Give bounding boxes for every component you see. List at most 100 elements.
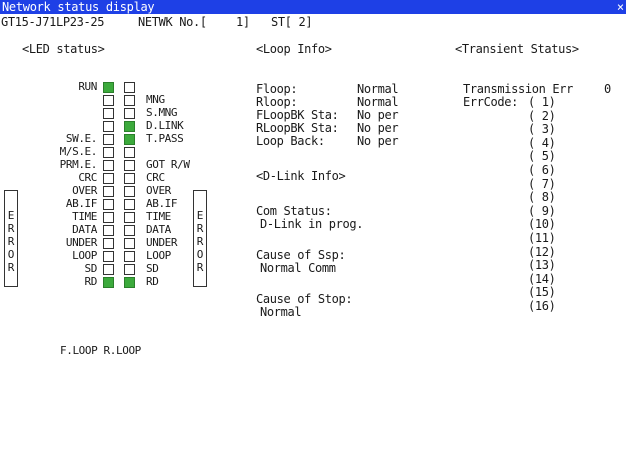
led-floop-indicator (103, 121, 114, 132)
led-floop-indicator (103, 212, 114, 223)
led-rloop-indicator (124, 160, 135, 171)
led-right-label: D.LINK (146, 119, 184, 132)
errcode-slot: (12) (528, 244, 556, 259)
led-rloop-indicator (124, 82, 135, 93)
close-button[interactable]: × (615, 0, 626, 14)
errcode-slot: ( 9) (528, 203, 556, 218)
title-bar: Network status display × (0, 0, 626, 14)
led-floop-indicator (103, 108, 114, 119)
errcode-slot: (15) (528, 285, 556, 300)
errcode-slot: (13) (528, 258, 556, 273)
led-left-label: AB.IF (65, 197, 98, 210)
led-right-label: CRC (146, 171, 165, 184)
stop-value: Normal (260, 305, 302, 319)
led-right-label: AB.IF (146, 197, 178, 210)
error-letter-left: R (7, 222, 15, 235)
led-rloop-indicator (124, 95, 135, 106)
led-rloop-indicator (124, 251, 135, 262)
led-right-label: S.MNG (146, 106, 178, 119)
led-rloop-indicator (124, 134, 135, 145)
led-left-label: PRM.E. (59, 158, 98, 171)
led-rloop-indicator (124, 108, 135, 119)
led-left-label: RD (84, 275, 98, 288)
error-letter-right: R (196, 222, 204, 235)
led-floop-indicator (103, 238, 114, 249)
led-left-label: RUN (78, 80, 97, 93)
errcode-slot: ( 7) (528, 176, 556, 191)
led-left-label: CRC (78, 171, 97, 184)
led-left-label: UNDER (65, 236, 98, 249)
led-right-label: UNDER (146, 236, 178, 249)
led-right-label: OVER (146, 184, 171, 197)
error-letter-left: R (7, 261, 15, 274)
transient-status-header: <Transient Status> (455, 42, 579, 56)
led-left-label: SW.E. (65, 132, 98, 145)
transmission-err-value: 0 (604, 82, 611, 96)
led-rloop-indicator (124, 225, 135, 236)
led-rloop-indicator (124, 277, 135, 288)
led-left-label: OVER (72, 184, 97, 197)
station-number: ST[ 2] (271, 15, 313, 29)
led-footer-label: F.LOOP R.LOOP (60, 344, 141, 357)
led-rloop-indicator (124, 238, 135, 249)
led-right-label: GOT R/W (146, 158, 190, 171)
error-letter-right: O (196, 248, 204, 261)
led-status-header: <LED status> (22, 42, 105, 56)
errcode-slot: ( 8) (528, 190, 556, 205)
led-left-label: TIME (72, 210, 97, 223)
led-rloop-indicator (124, 121, 135, 132)
errcode-slot: ( 2) (528, 108, 556, 123)
error-letter-right: R (196, 235, 204, 248)
errcode-slot: (11) (528, 231, 556, 245)
led-rloop-indicator (124, 186, 135, 197)
led-right-label: SD (146, 262, 159, 275)
led-floop-indicator (103, 277, 114, 288)
led-floop-indicator (103, 82, 114, 93)
led-rloop-indicator (124, 147, 135, 158)
loopback-value: No per (357, 134, 399, 148)
loopback-label: Loop Back: (256, 134, 325, 148)
errcode-slot: ( 5) (528, 149, 556, 164)
window-title: Network status display (2, 0, 155, 14)
led-left-label: DATA (72, 223, 97, 236)
led-left-label: LOOP (72, 249, 97, 262)
led-rloop-indicator (124, 264, 135, 275)
led-right-label: LOOP (146, 249, 171, 262)
led-rloop-indicator (124, 173, 135, 184)
led-floop-indicator (103, 225, 114, 236)
led-right-label: DATA (146, 223, 171, 236)
led-floop-indicator (103, 264, 114, 275)
led-rloop-indicator (124, 212, 135, 223)
netwk-label: NETWK No.[ (138, 15, 207, 29)
errcode-slot: (10) (528, 217, 556, 232)
led-left-label: M/S.E. (59, 145, 98, 158)
error-letter-right: E (196, 209, 204, 222)
led-right-label: RD (146, 275, 159, 288)
led-floop-indicator (103, 186, 114, 197)
led-floop-indicator (103, 134, 114, 145)
dlink-info-header: <D-Link Info> (256, 169, 346, 183)
led-floop-indicator (103, 147, 114, 158)
led-floop-indicator (103, 160, 114, 171)
led-right-label: T.PASS (146, 132, 184, 145)
led-floop-indicator (103, 251, 114, 262)
errcode-slot: ( 6) (528, 163, 556, 177)
led-rloop-indicator (124, 199, 135, 210)
led-right-label: TIME (146, 210, 171, 223)
errcode-label: ErrCode: (463, 95, 518, 109)
ssp-value: Normal Comm (260, 261, 336, 275)
led-floop-indicator (103, 173, 114, 184)
error-letter-right: R (196, 261, 204, 274)
led-left-label: SD (84, 262, 98, 275)
error-letter-left: R (7, 235, 15, 248)
loop-info-header: <Loop Info> (256, 42, 332, 56)
errcode-slot: (14) (528, 271, 556, 286)
errcode-slot: (16) (528, 299, 556, 313)
error-letter-left: E (7, 209, 15, 222)
led-right-label: MNG (146, 93, 165, 106)
errcode-slot: ( 1) (528, 95, 556, 109)
error-letter-left: O (7, 248, 15, 261)
led-floop-indicator (103, 199, 114, 210)
errcode-slot: ( 4) (528, 135, 556, 150)
errcode-slot: ( 3) (528, 122, 556, 137)
